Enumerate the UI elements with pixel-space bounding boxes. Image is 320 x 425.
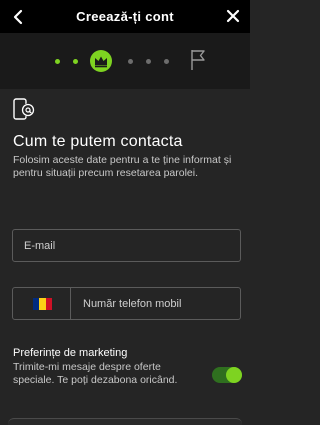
email-input[interactable]: [13, 230, 240, 261]
page-title: Creează-ți cont: [76, 9, 174, 24]
section-title: Cum te putem contacta: [13, 133, 183, 150]
section-description: Folosim aceste date pentru a te ține inf…: [13, 154, 232, 179]
step-final: [190, 48, 206, 72]
step-dot-6: [164, 59, 169, 64]
step-dot-5: [146, 59, 151, 64]
marketing-description: Trimite-mi mesaje despre oferte speciale…: [13, 361, 178, 386]
phone-field[interactable]: [12, 287, 241, 320]
toggle-knob: [226, 367, 242, 383]
email-field[interactable]: [12, 229, 241, 262]
step-dot-4: [128, 59, 133, 64]
country-code-select[interactable]: [13, 288, 71, 319]
marketing-title: Preferințe de marketing: [13, 347, 128, 359]
close-icon: [226, 9, 240, 23]
top-bar: Creează-ți cont: [0, 0, 250, 33]
phone-at-icon: [12, 96, 38, 122]
crown-icon: [95, 56, 107, 68]
phone-input[interactable]: [72, 288, 240, 319]
flag-icon: [191, 50, 205, 70]
bottom-card-edge: [8, 418, 242, 425]
progress-stepper: [0, 33, 250, 89]
romania-flag-icon: [33, 298, 52, 310]
step-dot-1: [55, 59, 60, 64]
step-active: [90, 50, 112, 72]
step-dot-2: [73, 59, 78, 64]
marketing-toggle[interactable]: [212, 367, 242, 383]
close-button[interactable]: [222, 7, 244, 27]
